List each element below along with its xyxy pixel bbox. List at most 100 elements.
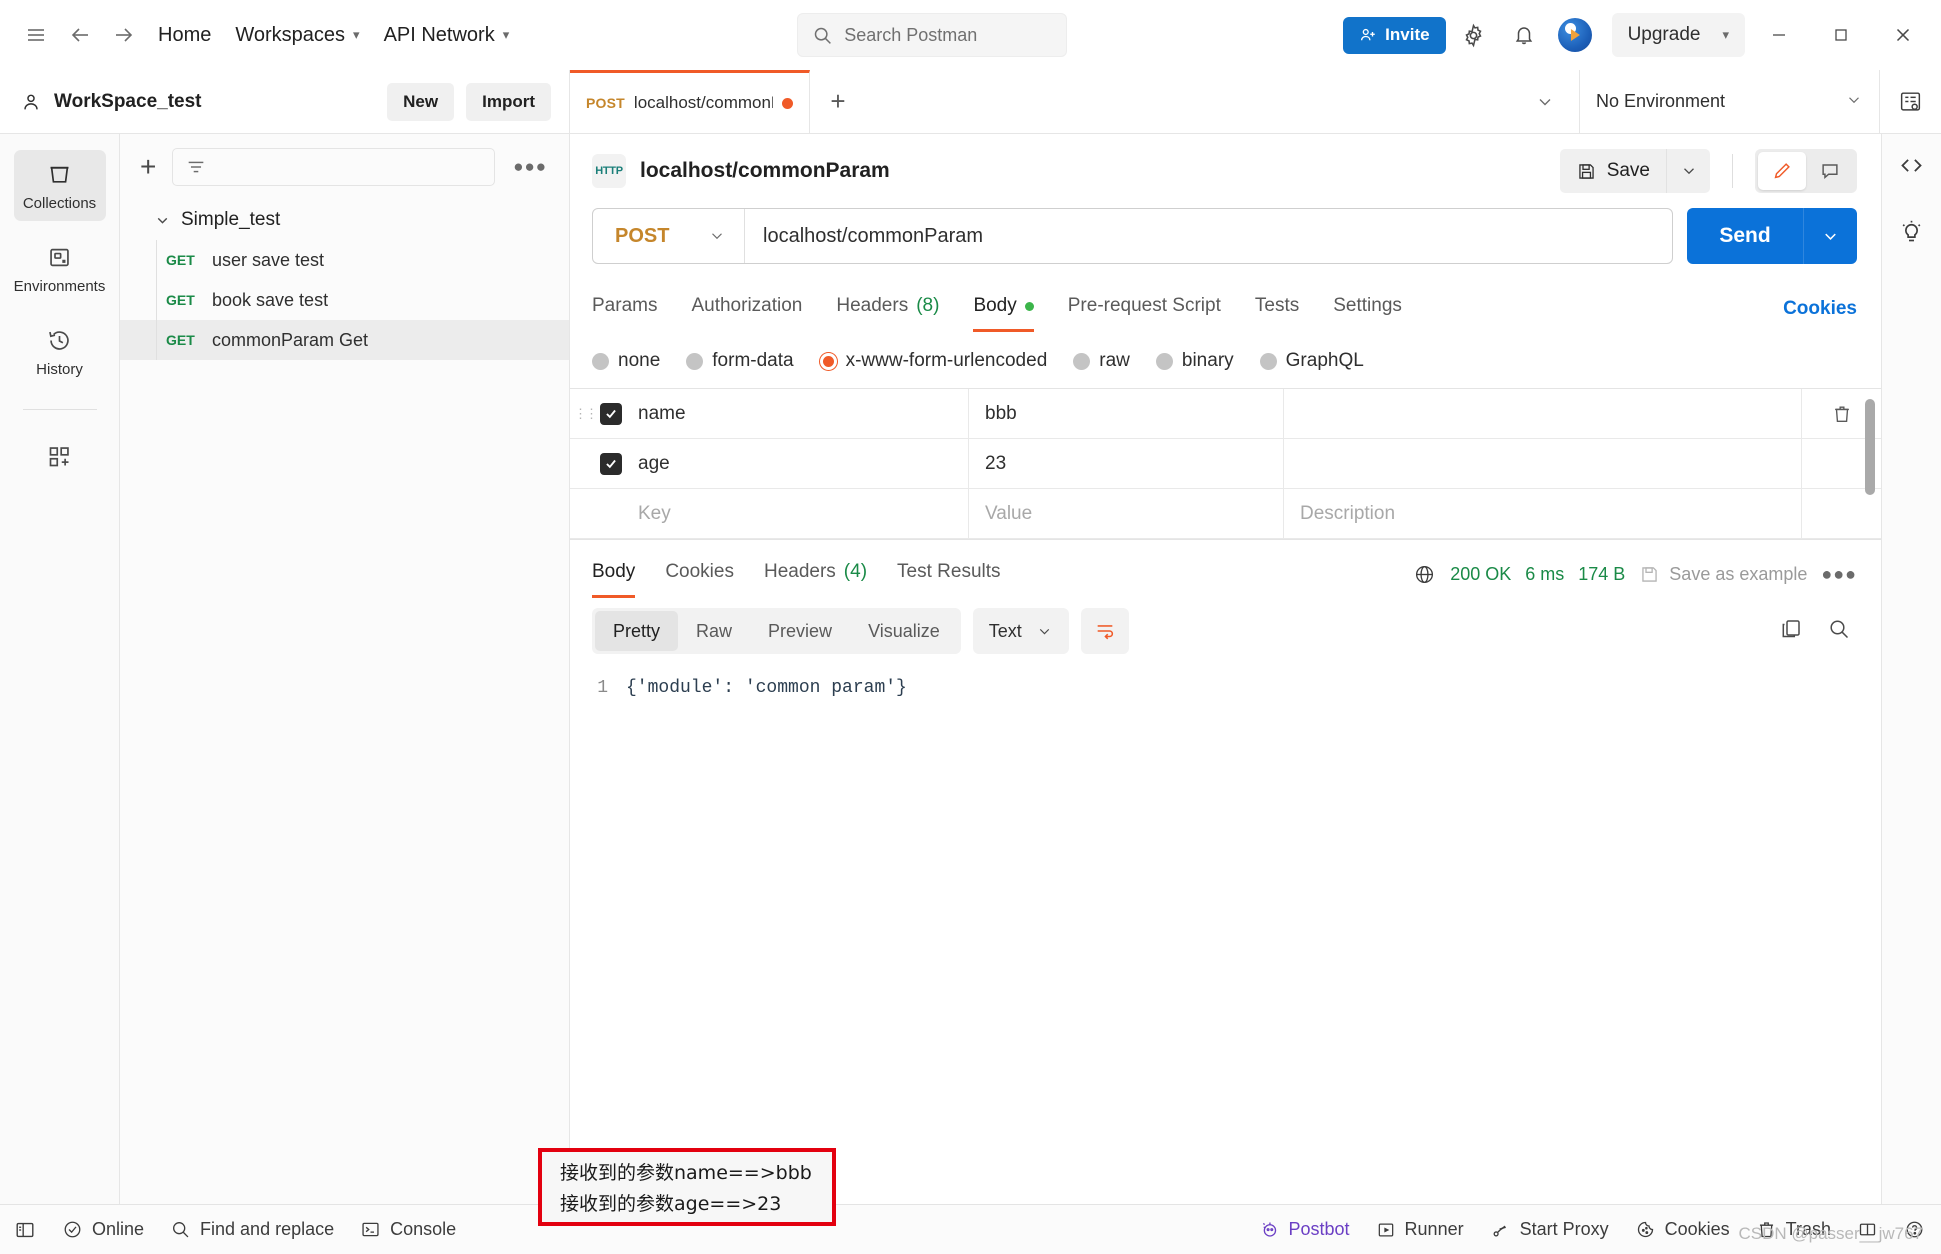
comment-icon[interactable]: [1806, 152, 1854, 190]
tab-list-chevron-icon[interactable]: [1511, 70, 1579, 133]
runner-button[interactable]: Runner: [1376, 1219, 1464, 1240]
window-minimize-button[interactable]: [1751, 6, 1807, 64]
tab-settings[interactable]: Settings: [1333, 295, 1402, 332]
invite-button[interactable]: Invite: [1343, 16, 1446, 54]
hamburger-menu-icon[interactable]: [14, 13, 58, 57]
response-tab-body[interactable]: Body: [592, 561, 636, 598]
row-checkbox[interactable]: [600, 402, 622, 425]
environment-quick-look-icon[interactable]: [1879, 70, 1941, 133]
param-key[interactable]: age: [638, 453, 968, 475]
collection-row-simple-test[interactable]: Simple_test: [120, 200, 569, 240]
drag-handle-icon[interactable]: ⋮⋮: [570, 406, 600, 422]
window-close-button[interactable]: [1875, 6, 1931, 64]
window-maximize-button[interactable]: [1813, 6, 1869, 64]
param-value[interactable]: bbb: [968, 389, 1283, 438]
console-button[interactable]: Console: [360, 1219, 456, 1240]
collections-filter-input[interactable]: [172, 148, 496, 186]
import-button[interactable]: Import: [466, 82, 551, 121]
nav-api-network[interactable]: API Network ▾: [372, 18, 522, 53]
globe-icon[interactable]: [1413, 563, 1436, 586]
param-description-placeholder[interactable]: Description: [1283, 489, 1801, 538]
notifications-bell-icon[interactable]: [1502, 13, 1546, 57]
new-button[interactable]: New: [387, 82, 455, 121]
view-mode-preview[interactable]: Preview: [750, 611, 850, 651]
nav-workspaces[interactable]: Workspaces ▾: [223, 18, 371, 53]
response-tab-cookies[interactable]: Cookies: [665, 561, 734, 598]
collections-more-icon[interactable]: ●●●: [505, 157, 555, 177]
tab-pre-request-script[interactable]: Pre-request Script: [1068, 295, 1221, 332]
table-row[interactable]: age 23: [570, 439, 1881, 489]
send-options-chevron-icon[interactable]: [1803, 208, 1857, 264]
new-tab-button[interactable]: +: [810, 70, 866, 133]
request-row-commonparam-get[interactable]: GET commonParam Get: [120, 320, 569, 360]
word-wrap-toggle[interactable]: [1080, 608, 1129, 654]
status-online[interactable]: Online: [62, 1219, 144, 1240]
sidebar-item-apps[interactable]: [14, 432, 106, 479]
param-key[interactable]: name: [638, 403, 968, 425]
body-type-binary[interactable]: binary: [1155, 350, 1234, 372]
upgrade-button[interactable]: Upgrade ▾: [1611, 13, 1745, 57]
edit-pencil-icon[interactable]: [1758, 152, 1806, 190]
sidebar-item-history[interactable]: History: [14, 316, 106, 387]
params-table-scrollbar[interactable]: [1865, 399, 1875, 495]
table-row[interactable]: ⋮⋮ name bbb: [570, 389, 1881, 439]
save-button[interactable]: Save: [1559, 149, 1666, 193]
response-tab-headers[interactable]: Headers (4): [764, 561, 867, 598]
postbot-button[interactable]: Postbot: [1259, 1219, 1350, 1240]
body-type-none[interactable]: none: [592, 350, 660, 372]
body-type-raw[interactable]: raw: [1073, 350, 1130, 372]
tab-body[interactable]: Body: [973, 295, 1034, 332]
cookies-link[interactable]: Cookies: [1783, 298, 1857, 332]
tab-params[interactable]: Params: [592, 295, 657, 332]
view-mode-visualize[interactable]: Visualize: [850, 611, 958, 651]
view-mode-raw[interactable]: Raw: [678, 611, 750, 651]
search-icon[interactable]: [1827, 617, 1851, 646]
url-input[interactable]: [745, 209, 1672, 263]
body-type-form-data[interactable]: form-data: [686, 350, 794, 372]
response-body-code[interactable]: 1 {'module': 'common param'}: [570, 666, 1881, 1204]
row-checkbox[interactable]: [600, 452, 622, 475]
tab-tests[interactable]: Tests: [1255, 295, 1299, 332]
code-snippet-icon[interactable]: [1898, 152, 1925, 184]
body-type-graphql[interactable]: GraphQL: [1259, 350, 1364, 372]
user-avatar[interactable]: [1557, 18, 1592, 52]
save-as-example-button[interactable]: Save as example: [1639, 564, 1807, 585]
send-button[interactable]: Send: [1687, 208, 1803, 264]
copy-icon[interactable]: [1779, 617, 1803, 646]
http-method-selector[interactable]: POST: [593, 209, 745, 263]
settings-gear-icon[interactable]: [1452, 13, 1496, 57]
request-tab[interactable]: POST localhost/commonPar: [570, 70, 810, 133]
lightbulb-info-icon[interactable]: [1898, 218, 1925, 250]
view-mode-pretty[interactable]: Pretty: [595, 611, 679, 651]
nav-home[interactable]: Home: [146, 18, 223, 53]
cookies-button[interactable]: Cookies: [1635, 1219, 1730, 1240]
param-description[interactable]: [1283, 439, 1801, 488]
body-type-urlencoded[interactable]: x-www-form-urlencoded: [819, 350, 1047, 372]
save-options-chevron-icon[interactable]: [1666, 149, 1710, 193]
response-more-icon[interactable]: ●●●: [1821, 564, 1857, 585]
terminal-icon: [362, 1222, 379, 1237]
environment-selector[interactable]: No Environment: [1579, 70, 1879, 133]
param-key-placeholder[interactable]: Key: [638, 503, 968, 525]
param-value[interactable]: 23: [968, 439, 1283, 488]
request-row-book-save-test[interactable]: GET book save test: [120, 280, 569, 320]
param-value-placeholder[interactable]: Value: [968, 489, 1283, 538]
search-input[interactable]: Search Postman: [797, 13, 1068, 57]
response-tab-test-results[interactable]: Test Results: [897, 561, 1000, 598]
create-new-button[interactable]: +: [134, 153, 162, 181]
find-and-replace-button[interactable]: Find and replace: [170, 1219, 334, 1240]
sidebar-item-collections[interactable]: Collections: [13, 150, 106, 221]
sidebar-toggle-button[interactable]: [14, 1219, 36, 1241]
body-type-form-data-label: form-data: [712, 350, 794, 371]
table-row-empty[interactable]: Key Value Description: [570, 489, 1881, 539]
param-description[interactable]: [1283, 389, 1801, 438]
response-format-selector[interactable]: Text: [972, 608, 1069, 654]
arrow-left-icon[interactable]: [58, 13, 102, 57]
arrow-right-icon[interactable]: [102, 13, 146, 57]
response-view-controls: Pretty Raw Preview Visualize Text: [570, 598, 1881, 666]
tab-authorization[interactable]: Authorization: [691, 295, 802, 332]
tab-headers[interactable]: Headers (8): [836, 295, 939, 332]
start-proxy-button[interactable]: Start Proxy: [1490, 1219, 1609, 1240]
request-row-user-save-test[interactable]: GET user save test: [120, 240, 569, 280]
sidebar-item-environments[interactable]: Environments: [14, 233, 106, 304]
